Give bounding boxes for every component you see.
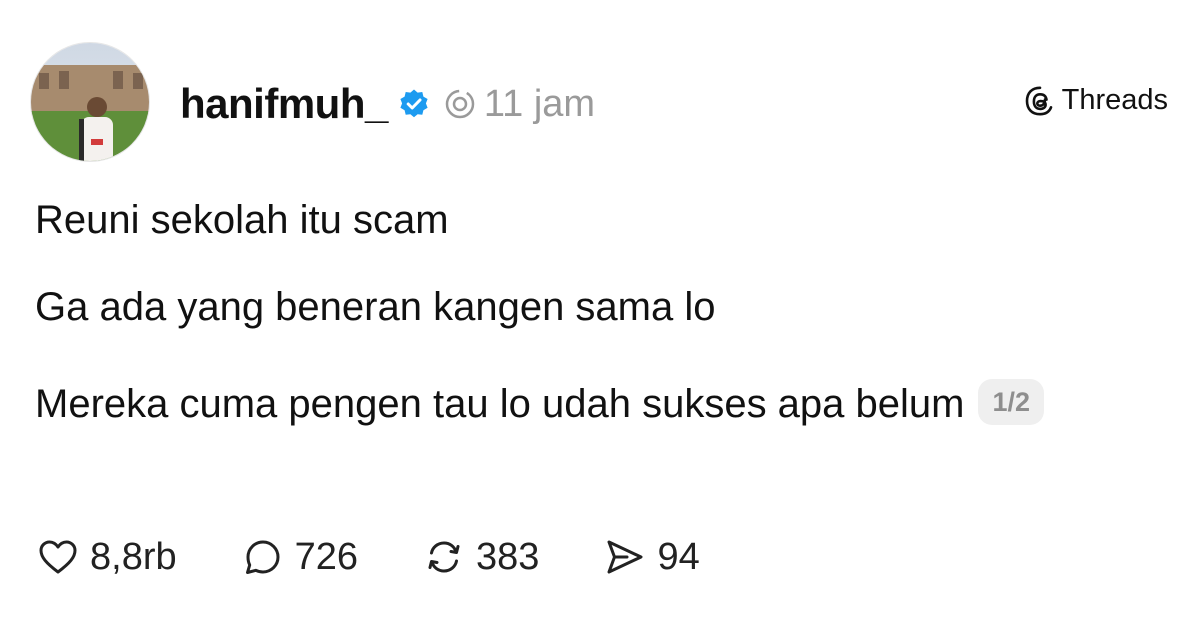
threads-brand[interactable]: Threads	[1024, 84, 1168, 117]
avatar-image	[31, 43, 149, 161]
like-count: 8,8rb	[90, 535, 177, 578]
like-button[interactable]: 8,8rb	[36, 535, 177, 579]
avatar[interactable]	[30, 42, 150, 162]
username[interactable]: hanifmuh_	[180, 80, 388, 128]
post-header: hanifmuh_ 11 jam	[180, 76, 595, 132]
post-meta: 11 jam	[444, 83, 595, 126]
repost-icon	[428, 541, 460, 573]
post-actions: 8,8rb 726 383 94	[36, 532, 764, 582]
send-icon	[607, 540, 643, 574]
threads-brand-label: Threads	[1061, 84, 1168, 116]
share-button[interactable]: 94	[603, 535, 700, 579]
post-body: Reuni sekolah itu scam Ga ada yang bener…	[35, 196, 1165, 438]
reply-button[interactable]: 726	[241, 535, 358, 579]
comment-icon	[245, 540, 280, 574]
post-line-2: Ga ada yang beneran kangen sama lo	[35, 285, 716, 329]
verified-badge-icon	[398, 88, 430, 120]
threads-logo-icon	[1024, 85, 1056, 117]
post-line-3: Mereka cuma pengen tau lo udah sukses ap…	[35, 370, 1165, 438]
post-line-3-text: Mereka cuma pengen tau lo udah sukses ap…	[35, 382, 965, 426]
heart-icon	[39, 540, 77, 574]
page-indicator-badge: 1/2	[978, 379, 1045, 426]
reply-count: 726	[294, 535, 359, 578]
repost-button[interactable]: 383	[422, 535, 539, 579]
threads-time-icon	[444, 88, 476, 120]
share-count: 94	[657, 535, 700, 578]
post-line-1: Reuni sekolah itu scam	[35, 198, 449, 242]
threads-post: hanifmuh_ 11 jam Threads Reuni sekolah i…	[0, 0, 1200, 618]
repost-count: 383	[476, 535, 540, 578]
post-time[interactable]: 11 jam	[484, 83, 595, 126]
